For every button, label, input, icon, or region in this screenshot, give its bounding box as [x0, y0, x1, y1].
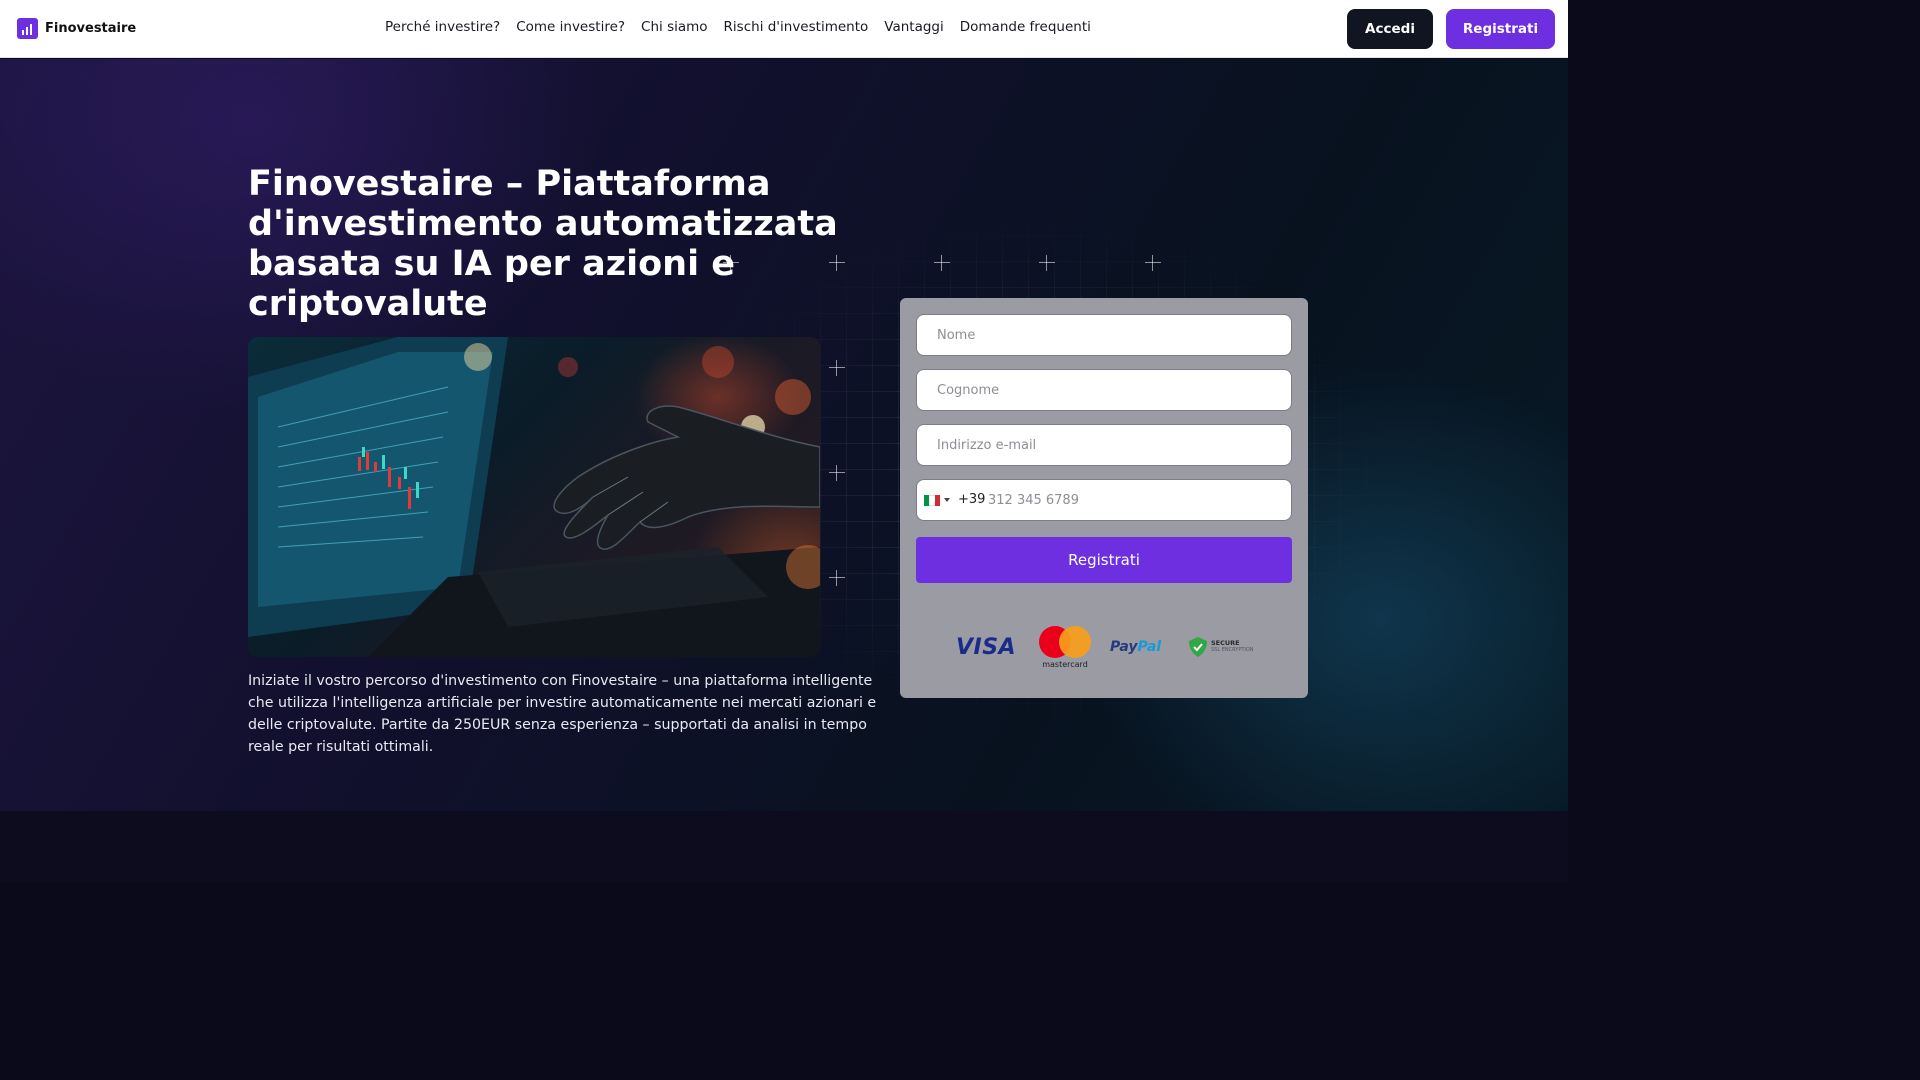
sparkle-icon	[1039, 255, 1055, 271]
last-name-field	[916, 369, 1292, 411]
nav-link-about-us[interactable]: Chi siamo	[641, 19, 708, 35]
bar-chart-icon	[17, 18, 38, 39]
sparkle-icon	[1145, 255, 1161, 271]
mastercard-circles-icon	[1039, 625, 1091, 658]
nav-link-advantages[interactable]: Vantaggi	[884, 19, 943, 35]
sparkle-icon	[829, 570, 845, 586]
paypal-logo: Pay Pal	[1110, 624, 1161, 670]
phone-input[interactable]	[917, 480, 1291, 520]
mastercard-logo: mastercard	[1038, 624, 1092, 670]
nav-link-faq[interactable]: Domande frequenti	[960, 19, 1091, 35]
nav-link-investment-risks[interactable]: Rischi d'investimento	[724, 19, 869, 35]
phone-field: +39	[916, 479, 1292, 521]
hero-title: Finovestaire – Piattaforma d'investiment…	[248, 164, 838, 324]
secure-ssl-text: SECURE SSL ENCRYPTION	[1211, 640, 1254, 654]
login-button[interactable]: Accedi	[1347, 9, 1433, 49]
top-navbar: Finovestaire Perché investire? Come inve…	[0, 0, 1568, 58]
brand-logo[interactable]: Finovestaire	[17, 18, 136, 39]
paypal-label-a: Pay	[1110, 639, 1138, 655]
mastercard-label: mastercard	[1042, 659, 1088, 669]
sparkle-icon	[934, 255, 950, 271]
visa-logo: VISA	[956, 634, 1017, 660]
sparkle-icon	[829, 360, 845, 376]
secure-title: SECURE	[1211, 639, 1240, 647]
nav-link-why-invest[interactable]: Perché investire?	[385, 19, 500, 35]
main-menu: Perché investire? Come investire? Chi si…	[385, 19, 1091, 35]
hero-section: Finovestaire – Piattaforma d'investiment…	[0, 59, 1568, 811]
last-name-input[interactable]	[917, 370, 1291, 410]
signup-button[interactable]: Registrati	[1446, 9, 1555, 49]
nav-link-how-to-invest[interactable]: Come investire?	[516, 19, 625, 35]
register-submit-button[interactable]: Registrati	[916, 537, 1292, 583]
paypal-label-b: Pal	[1137, 639, 1162, 655]
first-name-input[interactable]	[917, 315, 1291, 355]
signup-form: +39 Registrati VISA mastercard PayPal SE…	[900, 298, 1308, 698]
hero-description: Iniziate il vostro percorso d'investimen…	[248, 673, 877, 755]
robot-hand-laptop-image	[248, 337, 820, 657]
secure-ssl-badge: SECURE SSL ENCRYPTION	[1189, 624, 1254, 670]
next-section	[0, 811, 1568, 882]
shield-check-icon	[1189, 637, 1207, 657]
secure-subtitle: SSL ENCRYPTION	[1211, 647, 1254, 653]
brand-name: Finovestaire	[45, 21, 137, 36]
email-input[interactable]	[917, 425, 1291, 465]
sparkle-icon	[829, 465, 845, 481]
first-name-field	[916, 314, 1292, 356]
email-field	[916, 424, 1292, 466]
